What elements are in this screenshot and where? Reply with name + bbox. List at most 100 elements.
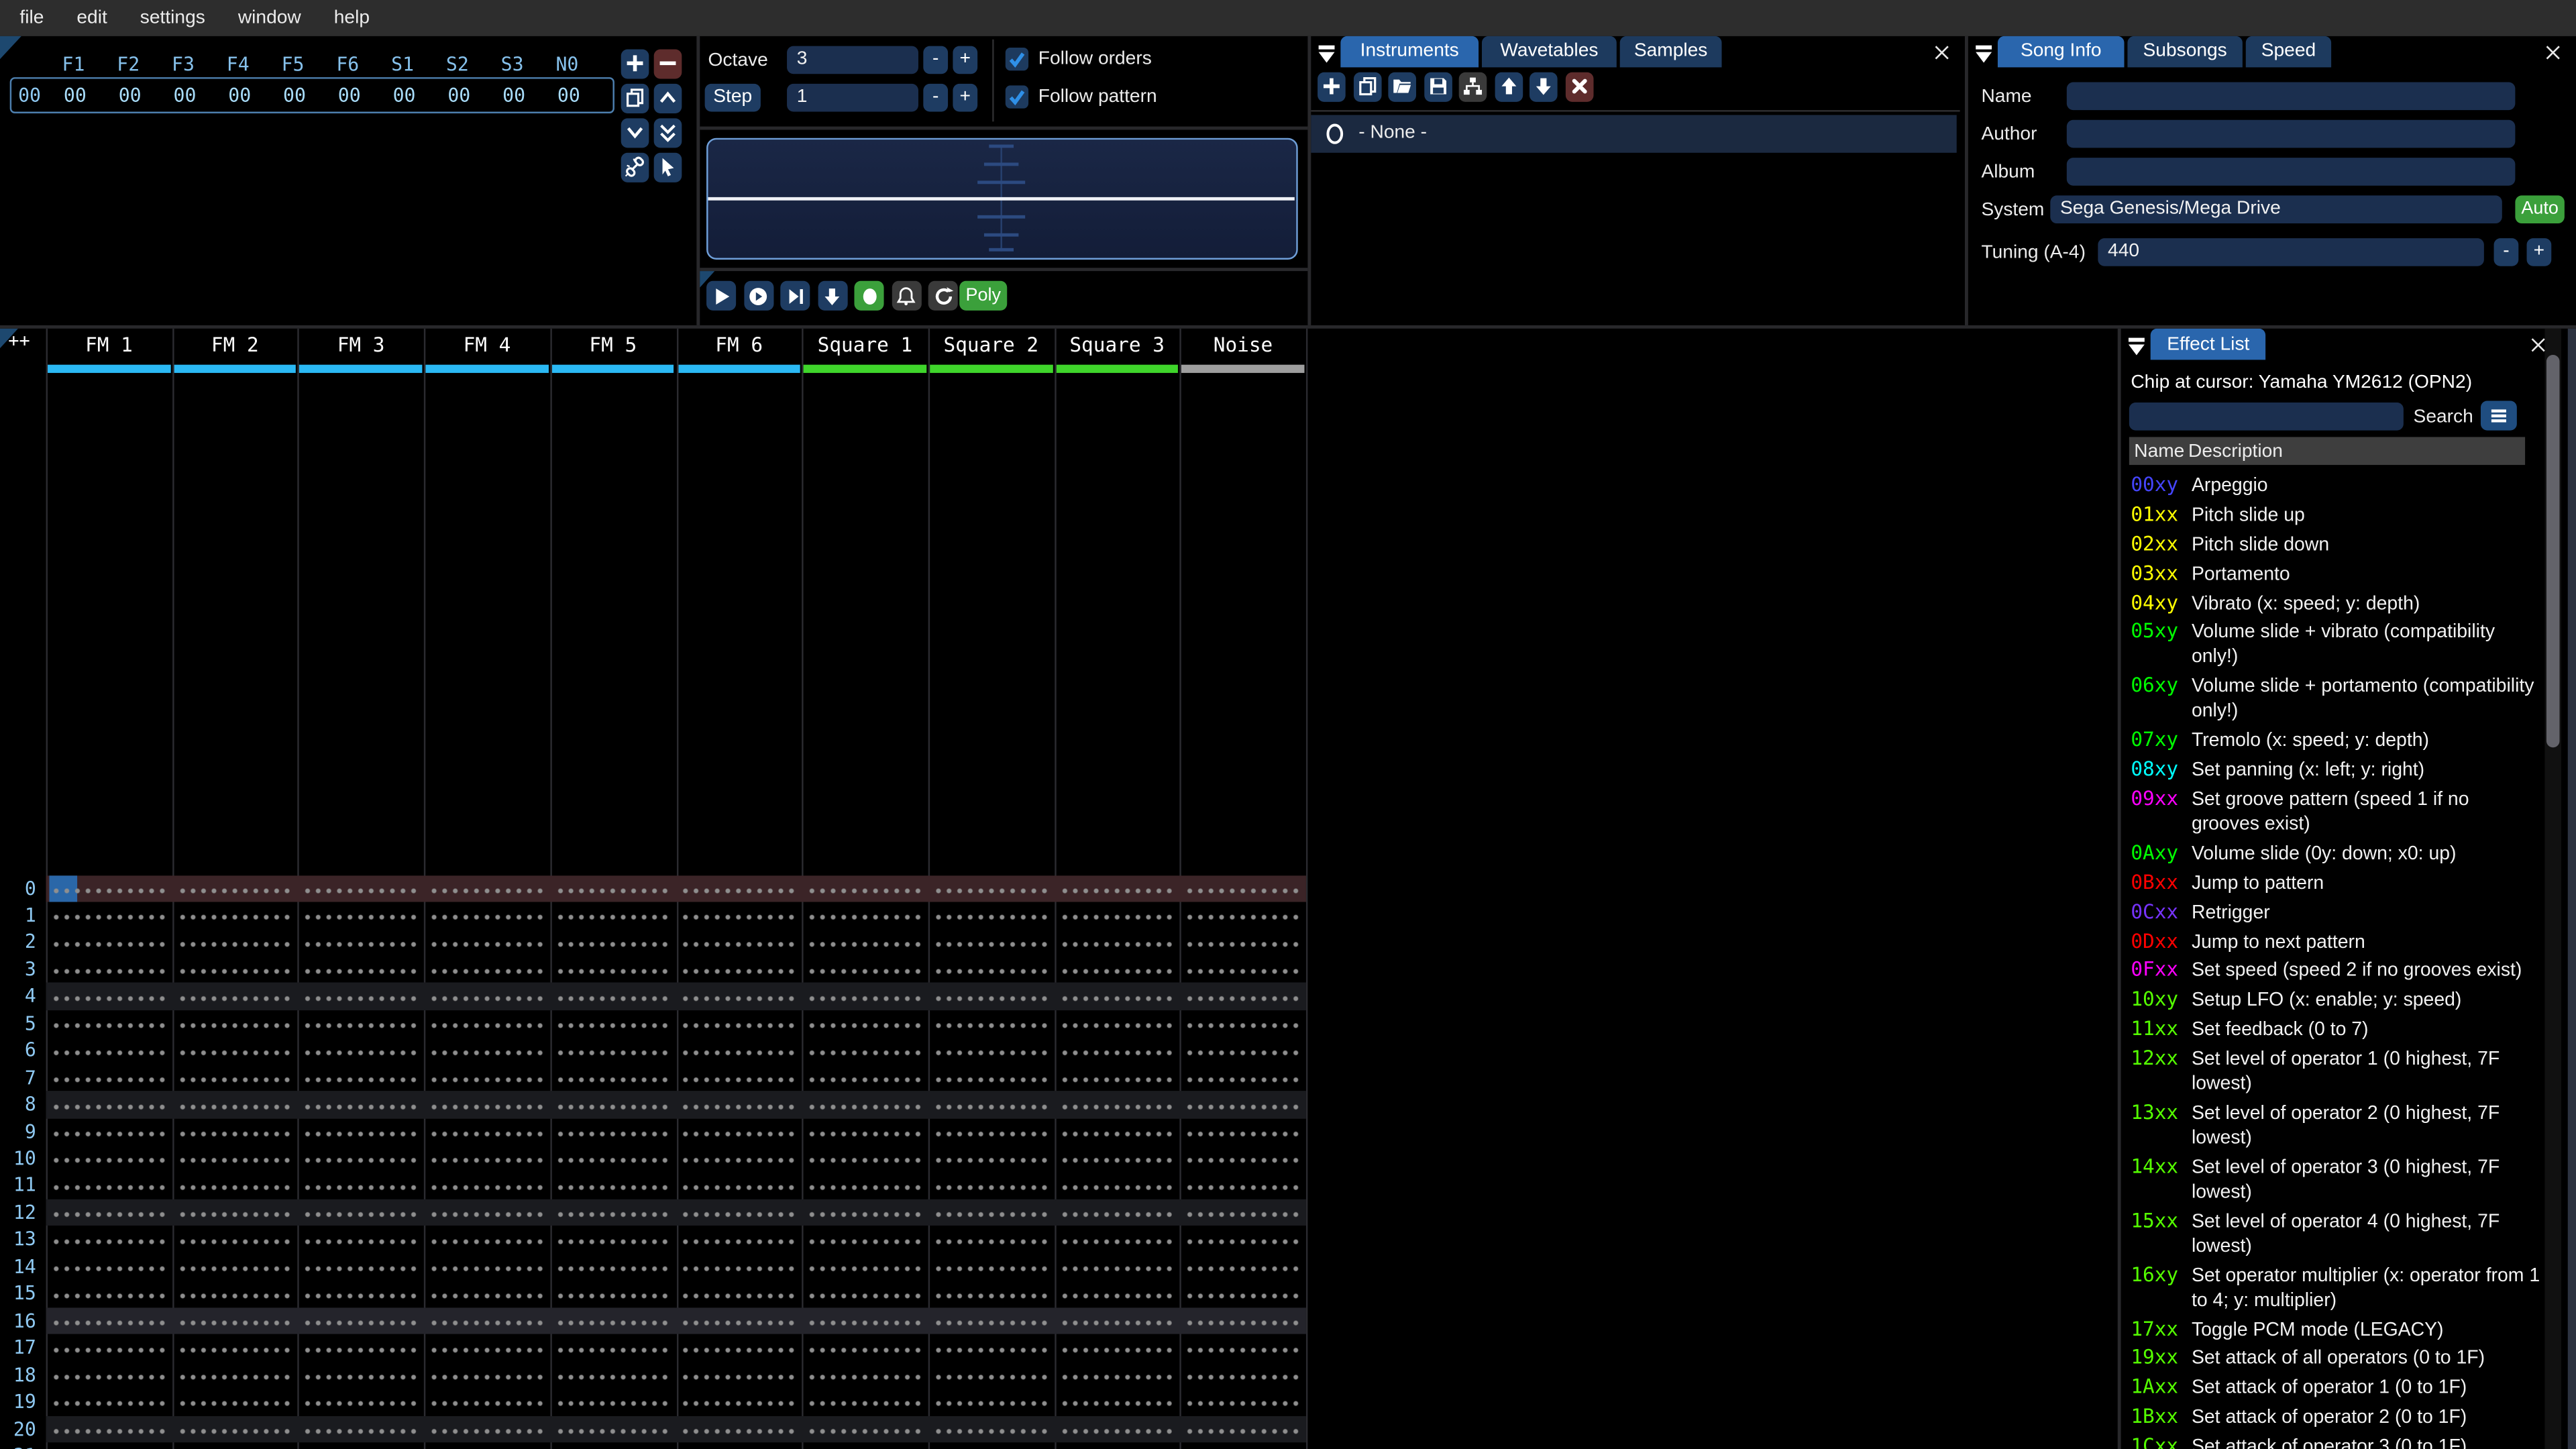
menu-item-window[interactable]: window <box>221 8 317 28</box>
pattern-cell[interactable] <box>424 1172 550 1200</box>
effect-row-13xx[interactable]: 13xx Set level of operator 2 (0 highest, … <box>2131 1101 2544 1150</box>
pattern-cell[interactable] <box>424 1010 550 1038</box>
pattern-cell[interactable] <box>424 1036 550 1065</box>
menu-item-file[interactable]: file <box>3 8 60 28</box>
channel-volume-bar[interactable] <box>1055 364 1179 373</box>
channel-volume-bar[interactable] <box>48 364 170 373</box>
pattern-cell[interactable] <box>172 1307 298 1335</box>
pattern-cell[interactable] <box>424 1226 550 1254</box>
pattern-cell[interactable] <box>1054 1415 1180 1444</box>
effect-row-1Bxx[interactable]: 1Bxx Set attack of operator 2 (0 to 1F) <box>2131 1405 2544 1430</box>
channel-header-fm-4[interactable]: FM 4 <box>424 333 550 358</box>
pattern-cell[interactable] <box>1180 1226 1306 1254</box>
octave-decrease-button[interactable]: - <box>923 45 949 73</box>
step-input[interactable]: 1 <box>787 83 918 111</box>
collapse-panel-icon[interactable] <box>1316 42 1338 63</box>
duplicate-instrument-button[interactable] <box>1352 71 1381 102</box>
pattern-cell[interactable] <box>172 1280 298 1308</box>
pattern-cell[interactable] <box>298 928 424 957</box>
pattern-cell[interactable] <box>424 983 550 1011</box>
pattern-cell[interactable] <box>298 1091 424 1119</box>
pattern-cell[interactable] <box>46 1415 172 1444</box>
tuning-increase-button[interactable]: + <box>2526 237 2552 266</box>
pattern-cell[interactable] <box>172 928 298 957</box>
effect-row-04xy[interactable]: 04xy Vibrato (x: speed; y: depth) <box>2131 591 2544 616</box>
channel-header-square-2[interactable]: Square 2 <box>928 333 1054 358</box>
metronome-button[interactable] <box>891 280 921 311</box>
pattern-cell[interactable] <box>550 1226 676 1254</box>
pattern-cell[interactable] <box>550 1036 676 1065</box>
pattern-cell[interactable] <box>802 1064 928 1092</box>
open-instrument-button[interactable] <box>1388 71 1417 102</box>
name-input[interactable] <box>2066 81 2516 109</box>
pattern-cell[interactable] <box>676 1091 802 1119</box>
pattern-cell[interactable] <box>298 1199 424 1227</box>
pattern-cell[interactable] <box>1180 1415 1306 1444</box>
row-cells[interactable] <box>46 1307 1306 1335</box>
effect-row-02xx[interactable]: 02xx Pitch slide down <box>2131 532 2544 557</box>
channel-header-noise[interactable]: Noise <box>1180 333 1306 358</box>
effect-row-06xy[interactable]: 06xy Volume slide + portamento (compatibi… <box>2131 674 2544 723</box>
pattern-cell[interactable] <box>1180 1361 1306 1389</box>
pattern-cell[interactable] <box>46 1144 172 1173</box>
tab-song-info[interactable]: Song Info <box>1997 35 2125 67</box>
pattern-cell[interactable] <box>676 1064 802 1092</box>
pattern-cell[interactable] <box>424 1442 550 1449</box>
system-input[interactable]: Sega Genesis/Mega Drive <box>2050 195 2502 223</box>
pattern-cell[interactable] <box>46 1361 172 1389</box>
play-button[interactable] <box>706 280 737 311</box>
effect-row-19xx[interactable]: 19xx Set attack of all operators (0 to 1F… <box>2131 1346 2544 1371</box>
pattern-cell[interactable] <box>424 1388 550 1416</box>
step-button[interactable]: Step <box>704 83 761 111</box>
pattern-cell[interactable] <box>424 875 550 903</box>
pattern-cell[interactable] <box>172 1036 298 1065</box>
pattern-cell[interactable] <box>1054 1442 1180 1449</box>
row-cells[interactable] <box>46 983 1306 1011</box>
pattern-cell[interactable] <box>676 1253 802 1281</box>
channel-volume-bar[interactable] <box>1181 364 1305 373</box>
pattern-cell[interactable] <box>1180 1118 1306 1146</box>
order-cell-F2[interactable]: 00 <box>103 83 158 106</box>
effect-row-12xx[interactable]: 12xx Set level of operator 1 (0 highest, … <box>2131 1046 2544 1095</box>
channel-volume-bar[interactable] <box>425 364 549 373</box>
pattern-cell[interactable] <box>802 1307 928 1335</box>
pattern-cell[interactable] <box>550 1334 676 1362</box>
pattern-cell[interactable] <box>424 1091 550 1119</box>
channel-volume-bar[interactable] <box>551 364 675 373</box>
menu-item-settings[interactable]: settings <box>123 8 221 28</box>
pattern-cell[interactable] <box>550 1415 676 1444</box>
tuning-input[interactable]: 440 <box>2098 237 2484 266</box>
pattern-cell[interactable] <box>298 1361 424 1389</box>
pattern-cell[interactable] <box>172 1010 298 1038</box>
row-cells[interactable] <box>46 1199 1306 1227</box>
pattern-cell[interactable] <box>928 1388 1054 1416</box>
pattern-cell[interactable] <box>676 1442 802 1449</box>
pattern-cell[interactable] <box>424 1415 550 1444</box>
pattern-cell[interactable] <box>298 1172 424 1200</box>
move-order-up-button[interactable] <box>653 83 682 113</box>
pattern-cell[interactable] <box>802 955 928 984</box>
row-cells[interactable] <box>46 1280 1306 1308</box>
effect-row-17xx[interactable]: 17xx Toggle PCM mode (LEGACY) <box>2131 1317 2544 1342</box>
pattern-cell[interactable] <box>298 1388 424 1416</box>
step-increase-button[interactable]: + <box>953 83 978 111</box>
pattern-cell[interactable] <box>46 928 172 957</box>
pattern-cell[interactable] <box>172 902 298 930</box>
pattern-cell[interactable] <box>802 1442 928 1449</box>
pattern-cell[interactable] <box>802 1415 928 1444</box>
pattern-cell[interactable] <box>802 1280 928 1308</box>
pattern-cell[interactable] <box>298 983 424 1011</box>
pattern-cell[interactable] <box>1054 955 1180 984</box>
pattern-expand-button[interactable]: ++ <box>8 330 30 352</box>
order-cell-F6[interactable]: 00 <box>322 83 377 106</box>
author-input[interactable] <box>2066 119 2516 148</box>
row-cells[interactable] <box>46 1388 1306 1416</box>
pattern-cell[interactable] <box>928 1144 1054 1173</box>
pattern-cell[interactable] <box>928 928 1054 957</box>
order-cell-S1[interactable]: 00 <box>377 83 432 106</box>
pattern-cell[interactable] <box>1180 1010 1306 1038</box>
channel-header-square-1[interactable]: Square 1 <box>802 333 928 358</box>
pattern-cell[interactable] <box>298 1064 424 1092</box>
order-cell-F1[interactable]: 00 <box>48 83 103 106</box>
pattern-cell[interactable] <box>298 1442 424 1449</box>
